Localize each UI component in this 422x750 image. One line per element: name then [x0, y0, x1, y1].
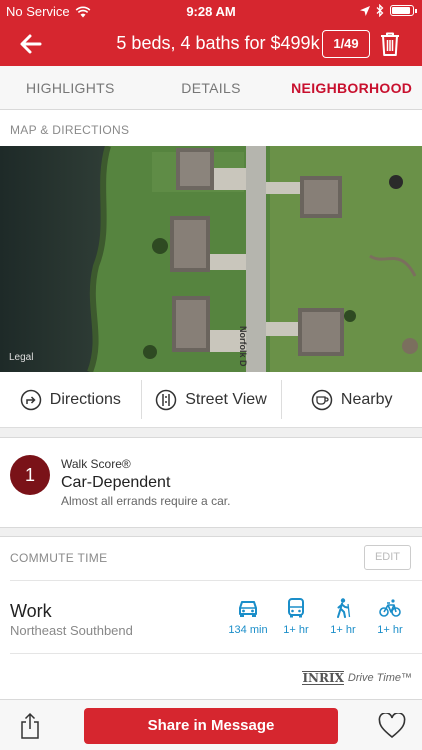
tab-neighborhood[interactable]: NEIGHBORHOOD: [281, 66, 422, 109]
street-view-button[interactable]: Street View: [140, 372, 282, 427]
tab-details[interactable]: DETAILS: [141, 66, 282, 109]
directions-button[interactable]: Directions: [0, 372, 141, 427]
edit-commute-button[interactable]: EDIT: [364, 545, 411, 570]
heart-icon[interactable]: [378, 713, 406, 739]
commute-mode-car[interactable]: 134 min: [224, 598, 272, 636]
location-arrow-icon: [360, 5, 370, 16]
drive-time-label: Drive Time™: [347, 672, 412, 684]
map-imagery: [0, 146, 422, 372]
trash-icon[interactable]: [379, 31, 401, 57]
coffee-cup-icon: [311, 389, 333, 410]
commute-mode-walk[interactable]: 1+ hr: [319, 598, 367, 636]
bicycle-icon: [379, 599, 401, 617]
commute-mode-bike[interactable]: 1+ hr: [366, 598, 414, 636]
walk-time: 1+ hr: [330, 624, 356, 636]
map-actions: Directions Street View Nearby: [0, 372, 422, 428]
commute-destination: Work: [10, 601, 52, 621]
clock: 9:28 AM: [186, 4, 236, 19]
inrix-logo: INRIX: [302, 671, 344, 685]
app-header: No Service 9:28 AM 5 beds, 4 baths for $…: [0, 0, 422, 66]
battery-icon: [390, 5, 417, 16]
nearby-label: Nearby: [340, 390, 393, 408]
directions-label: Directions: [49, 390, 121, 408]
share-in-message-button[interactable]: Share in Message: [84, 708, 338, 744]
inrix-attribution: INRIX Drive Time™: [302, 671, 412, 685]
map-legal-link[interactable]: Legal: [9, 352, 33, 363]
road-label: Norfolk D: [238, 326, 248, 367]
bike-time: 1+ hr: [377, 624, 403, 636]
bus-time: 1+ hr: [283, 624, 309, 636]
car-time: 134 min: [228, 624, 268, 636]
directions-icon: [20, 389, 42, 410]
bus-icon: [288, 598, 304, 618]
street-view-icon: [155, 389, 177, 410]
status-bar: No Service 9:28 AM: [0, 0, 422, 22]
commute-location: Northeast Southbend: [10, 623, 133, 638]
car-icon: [239, 601, 257, 617]
walk-score-card[interactable]: 1 Walk Score® Car-Dependent Almost all e…: [0, 439, 422, 527]
satellite-map[interactable]: Legal: [0, 146, 422, 372]
street-view-label: Street View: [185, 390, 267, 408]
section-divider: [0, 527, 422, 537]
hiker-icon: [337, 598, 351, 618]
section-divider: [0, 428, 422, 438]
tab-bar: HIGHLIGHTS DETAILS NEIGHBORHOOD: [0, 66, 422, 110]
title-bar: 5 beds, 4 baths for $499k 1/49: [0, 22, 422, 66]
walk-score-badge: 1: [10, 455, 50, 495]
nearby-button[interactable]: Nearby: [281, 372, 422, 427]
commute-mode-bus[interactable]: 1+ hr: [272, 598, 320, 636]
walk-score-title: Car-Dependent: [61, 474, 171, 491]
map-section-label: MAP & DIRECTIONS: [10, 123, 130, 137]
listing-screen: No Service 9:28 AM 5 beds, 4 baths for $…: [0, 0, 422, 750]
walk-score-description: Almost all errands require a car.: [61, 494, 231, 508]
tab-highlights[interactable]: HIGHLIGHTS: [0, 66, 141, 109]
walk-score-label: Walk Score®: [61, 457, 131, 471]
bluetooth-icon: [376, 4, 384, 17]
listing-counter-button[interactable]: 1/49: [322, 30, 370, 58]
share-icon[interactable]: [18, 712, 42, 740]
status-right: [360, 4, 417, 17]
commute-divider-bottom: [10, 653, 422, 654]
bottom-bar: Share in Message: [0, 699, 422, 750]
commute-section-label: COMMUTE TIME: [10, 551, 108, 565]
commute-divider: [10, 580, 422, 581]
